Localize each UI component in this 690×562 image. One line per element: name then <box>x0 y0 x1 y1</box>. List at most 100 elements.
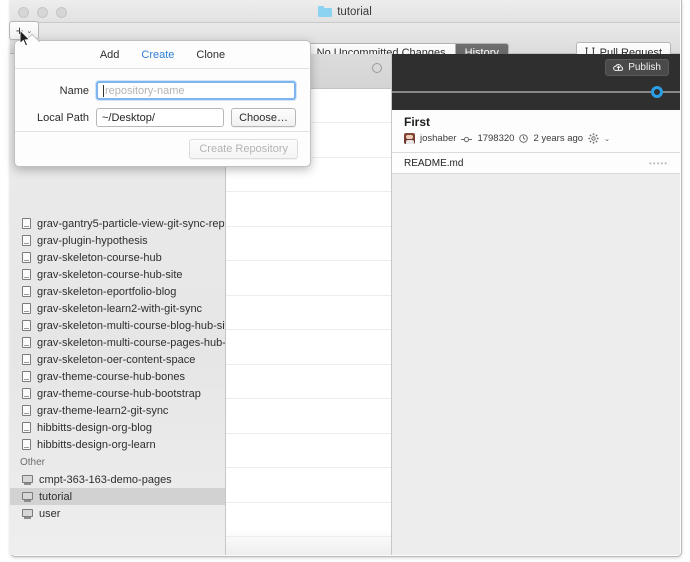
choose-button[interactable]: Choose… <box>231 108 296 127</box>
list-item[interactable]: grav-theme-course-hub-bones <box>10 368 225 385</box>
tab-add[interactable]: Add <box>100 49 120 61</box>
app-root: tutorial master <box>0 0 690 562</box>
commit-icon <box>461 135 472 142</box>
commit-detail-panel: Publish First joshaber <box>392 54 680 555</box>
plus-icon: + <box>16 24 24 37</box>
list-fade <box>226 529 391 555</box>
list-item[interactable]: grav-gantry5-particle-view-git-sync-repo <box>10 215 225 232</box>
list-item[interactable]: grav-skeleton-multi-course-blog-hub-site <box>10 317 225 334</box>
commit-title: First <box>404 115 668 130</box>
window-title-group: tutorial <box>10 0 680 23</box>
list-item-label: tutorial <box>39 491 72 503</box>
repo-icon <box>22 371 31 382</box>
sidebar-group-other: Other <box>10 453 225 471</box>
list-item-label: grav-skeleton-course-hub <box>37 252 162 264</box>
commit-row[interactable] <box>226 227 391 262</box>
local-repo-icon <box>22 492 33 502</box>
list-item[interactable]: user <box>10 505 225 522</box>
folder-icon <box>318 6 332 17</box>
name-field-row: Name repository-name <box>29 81 296 100</box>
tab-clone[interactable]: Clone <box>196 49 225 61</box>
list-item-label: grav-skeleton-learn2-with-git-sync <box>37 303 202 315</box>
repo-icon <box>22 252 31 263</box>
list-item-label: grav-theme-course-hub-bones <box>37 371 185 383</box>
list-item[interactable]: grav-skeleton-oer-content-space <box>10 351 225 368</box>
list-item-label: grav-plugin-hypothesis <box>37 235 148 247</box>
list-item[interactable]: grav-skeleton-course-hub <box>10 249 225 266</box>
commit-row[interactable] <box>226 365 391 400</box>
graph-edge <box>392 91 657 93</box>
commit-row[interactable] <box>226 296 391 331</box>
list-item-label: user <box>39 508 60 520</box>
list-item[interactable]: grav-skeleton-course-hub-site <box>10 266 225 283</box>
changed-file-row[interactable]: README.md ••••• <box>392 153 680 174</box>
commit-row[interactable] <box>226 434 391 469</box>
repo-icon <box>22 388 31 399</box>
list-item-label: grav-skeleton-oer-content-space <box>37 354 195 366</box>
name-label: Name <box>29 85 89 97</box>
list-item[interactable]: grav-skeleton-multi-course-pages-hub-sit… <box>10 334 225 351</box>
list-item-label: grav-theme-learn2-git-sync <box>37 405 168 417</box>
list-item-label: grav-skeleton-multi-course-blog-hub-site <box>37 320 226 332</box>
repo-icon <box>22 337 31 348</box>
list-item[interactable]: grav-skeleton-eportfolio-blog <box>10 283 225 300</box>
repo-icon <box>22 269 31 280</box>
text-caret <box>103 85 104 97</box>
list-item-label: cmpt-363-163-demo-pages <box>39 474 172 486</box>
graph-edge <box>663 91 680 93</box>
repo-icon <box>22 422 31 433</box>
commit-metadata: joshaber 1798320 <box>404 133 668 144</box>
list-item-label: grav-skeleton-multi-course-pages-hub-sit… <box>37 337 226 349</box>
gear-icon[interactable] <box>588 133 599 144</box>
list-item[interactable]: grav-skeleton-learn2-with-git-sync <box>10 300 225 317</box>
window-title: tutorial <box>337 6 372 18</box>
list-item-label: grav-theme-course-hub-bootstrap <box>37 388 201 400</box>
commit-row[interactable] <box>226 468 391 503</box>
commit-graph-bar: Publish <box>392 54 680 111</box>
tab-create[interactable]: Create <box>141 49 174 61</box>
list-item-label: grav-skeleton-eportfolio-blog <box>37 286 176 298</box>
commit-sha: 1798320 <box>477 133 514 144</box>
commit-row[interactable] <box>226 399 391 434</box>
local-path-input[interactable]: ~/Desktop/ <box>96 108 224 127</box>
create-repository-button[interactable]: Create Repository <box>189 139 298 159</box>
clock-icon <box>519 134 528 143</box>
local-repo-icon <box>22 509 33 519</box>
list-item[interactable]: grav-theme-learn2-git-sync <box>10 402 225 419</box>
repo-icon <box>22 218 31 229</box>
drag-handle-icon[interactable]: ••••• <box>649 159 668 168</box>
publish-button[interactable]: Publish <box>605 59 669 76</box>
create-repository-form: Name repository-name Local Path ~/Deskto… <box>15 69 310 127</box>
commit-node-icon <box>372 63 382 73</box>
list-item[interactable]: hibbitts-design-org-blog <box>10 419 225 436</box>
commit-summary: First joshaber 1798320 <box>392 110 680 153</box>
local-path-field-row: Local Path ~/Desktop/ Choose… <box>29 108 296 127</box>
list-item[interactable]: hibbitts-design-org-learn <box>10 436 225 453</box>
repo-icon <box>22 405 31 416</box>
chevron-down-icon[interactable]: ⌄ <box>604 135 610 143</box>
commit-time: 2 years ago <box>533 133 583 144</box>
sidebar-item-tutorial[interactable]: tutorial <box>10 488 225 505</box>
avatar <box>404 133 415 144</box>
list-item[interactable]: grav-plugin-hypothesis <box>10 232 225 249</box>
repo-icon <box>22 235 31 246</box>
list-item-label: grav-skeleton-course-hub-site <box>37 269 183 281</box>
list-item[interactable]: grav-theme-course-hub-bootstrap <box>10 385 225 402</box>
add-repository-popover: Add Create Clone Name repository-name Lo… <box>14 40 311 167</box>
list-item[interactable]: cmpt-363-163-demo-pages <box>10 471 225 488</box>
graph-node-current[interactable] <box>651 86 663 98</box>
commit-row[interactable] <box>226 192 391 227</box>
name-input[interactable]: repository-name <box>96 81 296 100</box>
local-repo-icon <box>22 475 33 485</box>
local-path-value: ~/Desktop/ <box>102 112 155 124</box>
publish-label: Publish <box>628 62 661 73</box>
list-item-label: grav-gantry5-particle-view-git-sync-repo <box>37 218 226 230</box>
repo-icon <box>22 320 31 331</box>
window-titlebar: tutorial <box>10 0 680 23</box>
popover-arrow <box>24 33 40 42</box>
name-input-placeholder: repository-name <box>105 85 184 97</box>
commit-row[interactable] <box>226 330 391 365</box>
file-name: README.md <box>404 158 463 169</box>
commit-row[interactable] <box>226 261 391 296</box>
repo-icon <box>22 439 31 450</box>
